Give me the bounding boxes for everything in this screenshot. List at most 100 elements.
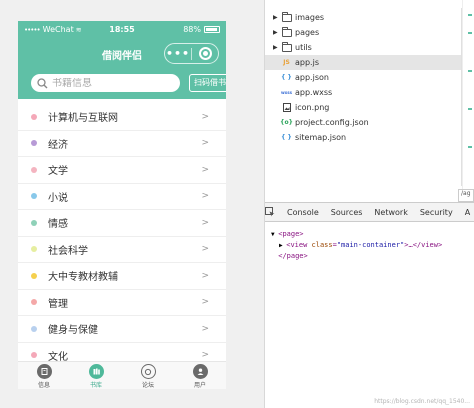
category-label: 文学 xyxy=(48,166,68,178)
tab-library-label: 书库 xyxy=(89,382,102,389)
wxss-file-icon: wxss xyxy=(280,90,293,95)
tree-item-file[interactable]: { } sitemap.json xyxy=(265,130,474,145)
tree-item-label: utils xyxy=(295,43,312,52)
user-icon xyxy=(192,364,208,379)
category-dot-icon xyxy=(31,272,37,279)
tab-library[interactable]: 书库 xyxy=(70,362,122,389)
tab-forum[interactable]: 论坛 xyxy=(122,362,174,389)
search-row: 扫码借书 xyxy=(18,71,226,99)
category-dot-icon xyxy=(31,193,37,200)
gutter-marker xyxy=(468,70,472,72)
phone-simulator: ••••• WeChat ≋ 18:55 88% 借阅伴侣 ••• 扫码借书 计… xyxy=(18,21,226,389)
expand-arrow-icon[interactable]: ▶ xyxy=(273,44,278,51)
folder-icon xyxy=(281,11,292,22)
dom-node-page[interactable]: ▼ <page> xyxy=(271,229,474,240)
tree-item-label: app.json xyxy=(295,73,329,82)
category-item[interactable]: 文学 > xyxy=(18,157,226,184)
category-label: 经济 xyxy=(48,139,68,151)
category-label: 大中专教材教辅 xyxy=(48,272,118,284)
attr-name: class xyxy=(311,241,333,249)
tab-info[interactable]: 信息 xyxy=(18,362,70,389)
chevron-right-icon: > xyxy=(201,138,209,149)
tab-user-label: 用户 xyxy=(193,382,206,389)
tab-console[interactable]: Console xyxy=(281,208,325,217)
devtools-panel: Console Sources Network Security A ▼ <pa… xyxy=(265,202,474,408)
category-item[interactable]: 情感 > xyxy=(18,210,226,237)
battery-icon xyxy=(204,26,220,33)
watermark: https://blog.csdn.net/qq_1540... xyxy=(374,398,470,405)
gutter-marker xyxy=(468,108,472,110)
tab-network[interactable]: Network xyxy=(368,208,413,217)
wifi-icon: ≋ xyxy=(75,25,82,34)
tab-sources[interactable]: Sources xyxy=(325,208,369,217)
chevron-right-icon: > xyxy=(201,270,209,281)
category-item[interactable]: 健身与保健 > xyxy=(18,316,226,343)
chevron-right-icon: > xyxy=(201,244,209,255)
tab-more[interactable]: A xyxy=(459,208,474,217)
dom-node-view[interactable]: ▶ <view class="main-container">…</view> xyxy=(271,240,474,251)
category-label: 社会科学 xyxy=(48,245,88,257)
tag-text: <view xyxy=(286,241,308,249)
tree-item-file-selected[interactable]: JS app.js xyxy=(265,55,474,70)
category-item[interactable]: 社会科学 > xyxy=(18,237,226,263)
folder-icon xyxy=(281,26,292,37)
tree-item-label: sitemap.json xyxy=(295,133,347,142)
category-item[interactable]: 大中专教材教辅 > xyxy=(18,263,226,290)
tree-item-label: icon.png xyxy=(295,103,330,112)
chevron-right-icon: > xyxy=(201,191,209,202)
tree-item-file[interactable]: icon.png xyxy=(265,100,474,115)
category-dot-icon xyxy=(31,166,37,173)
editor-tab-truncated[interactable]: /ag xyxy=(458,189,474,202)
file-explorer: ▶ images ▶ pages ▶ utils JS app.js { } a… xyxy=(265,0,474,202)
carrier-label: WeChat xyxy=(42,25,74,34)
tree-item-label: project.config.json xyxy=(295,118,369,127)
tag-text: >…</view> xyxy=(404,241,443,249)
category-item[interactable]: 经济 > xyxy=(18,131,226,157)
category-item[interactable]: 计算机与互联网 > xyxy=(18,104,226,131)
expand-arrow-icon[interactable]: ▶ xyxy=(273,29,278,36)
tree-item-folder[interactable]: ▶ images xyxy=(265,10,474,25)
tab-security[interactable]: Security xyxy=(414,208,459,217)
tree-item-folder[interactable]: ▶ pages xyxy=(265,25,474,40)
category-label: 健身与保健 xyxy=(48,325,98,337)
category-list: 计算机与互联网 > 经济 > 文学 > 小说 > 情感 > 社会科学 > 大中专教材教辅 > 管理 > 健身与保… xyxy=(18,104,226,369)
tree-item-file[interactable]: {o} project.config.json xyxy=(265,115,474,130)
tree-item-label: pages xyxy=(295,28,320,37)
json-file-icon: { } xyxy=(281,134,292,141)
category-dot-icon xyxy=(31,352,37,359)
capsule-menu: ••• xyxy=(164,43,219,64)
tree-item-file[interactable]: { } app.json xyxy=(265,70,474,85)
chevron-right-icon: > xyxy=(201,217,209,228)
battery-percent: 88% xyxy=(183,25,201,34)
scan-borrow-button[interactable]: 扫码借书 xyxy=(189,74,226,92)
search-input[interactable] xyxy=(52,77,172,89)
chevron-right-icon: > xyxy=(201,297,209,308)
tree-item-label: app.js xyxy=(295,58,319,67)
category-label: 小说 xyxy=(48,192,68,204)
expand-arrow-icon[interactable]: ▶ xyxy=(273,14,278,21)
tree-item-file[interactable]: wxss app.wxss xyxy=(265,85,474,100)
more-menu-icon[interactable]: ••• xyxy=(165,47,191,60)
category-item[interactable]: 小说 > xyxy=(18,184,226,210)
tree-item-folder[interactable]: ▶ utils xyxy=(265,40,474,55)
category-dot-icon xyxy=(31,140,37,147)
inspect-element-icon[interactable] xyxy=(265,207,275,217)
editor-gutter xyxy=(462,0,474,202)
category-item[interactable]: 管理 > xyxy=(18,290,226,316)
tab-user[interactable]: 用户 xyxy=(174,362,226,389)
category-label: 管理 xyxy=(48,298,68,310)
chevron-right-icon: > xyxy=(201,323,209,334)
book-icon xyxy=(36,364,52,379)
chevron-right-icon: > xyxy=(201,164,209,175)
close-miniprogram-icon[interactable] xyxy=(192,47,218,60)
tab-bar: 信息 书库 论坛 用户 xyxy=(18,361,226,389)
category-label: 计算机与互联网 xyxy=(48,113,118,125)
tree-item-label: app.wxss xyxy=(295,88,333,97)
category-label: 情感 xyxy=(48,219,68,231)
navigation-bar: 借阅伴侣 ••• xyxy=(18,38,226,71)
tag-text: </page> xyxy=(278,252,308,260)
forum-icon xyxy=(140,364,156,379)
category-dot-icon xyxy=(31,325,37,332)
library-icon xyxy=(88,364,104,379)
category-dot-icon xyxy=(31,113,37,120)
